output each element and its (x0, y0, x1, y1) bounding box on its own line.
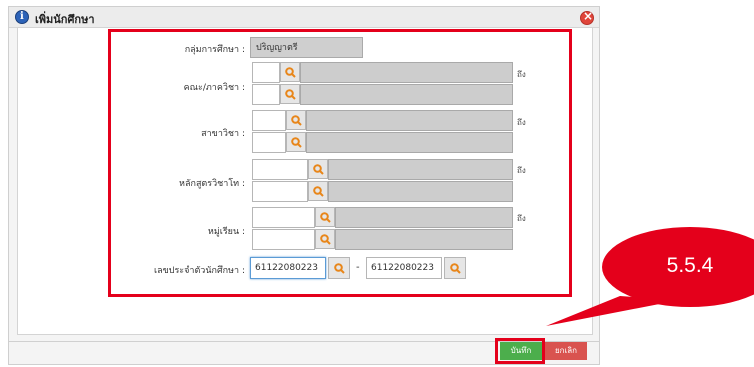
info-icon (15, 10, 29, 24)
save-button-highlight-box (495, 338, 545, 364)
dialog-titlebar: เพิ่มนักศึกษา (9, 7, 599, 28)
form-highlight-box (108, 29, 572, 297)
close-icon[interactable] (580, 9, 594, 25)
cancel-button[interactable]: ยกเลิก (545, 342, 587, 360)
dialog-title: เพิ่มนักศึกษา (35, 13, 95, 26)
callout-label: 5.5.4 (666, 254, 714, 277)
